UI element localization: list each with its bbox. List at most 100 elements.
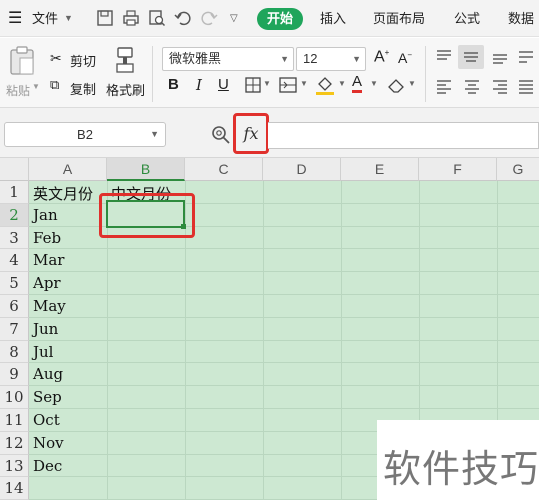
b2-highlight (99, 193, 195, 238)
column-header-a[interactable]: A (29, 158, 107, 181)
cell-a2[interactable]: Jan (33, 206, 58, 224)
align-bottom-icon[interactable] (490, 48, 510, 66)
format-painter-icon[interactable] (114, 46, 136, 74)
cell-a3[interactable]: Feb (33, 229, 61, 247)
formula-input[interactable] (268, 122, 539, 149)
row-header-8[interactable]: 8 (0, 340, 29, 364)
tab-data[interactable]: 数据 (508, 0, 534, 37)
print-icon[interactable] (122, 9, 140, 27)
font-color-button[interactable]: A (352, 74, 363, 93)
font-size-select[interactable]: 12 ▼ (296, 47, 366, 71)
merge-cells-icon[interactable] (278, 76, 298, 94)
eraser-icon[interactable] (386, 76, 406, 94)
grid-line (29, 385, 539, 387)
cell-a10[interactable]: Sep (33, 388, 62, 406)
align-center-icon[interactable] (462, 78, 482, 96)
zoom-function-icon[interactable] (211, 125, 231, 145)
undo-icon[interactable] (174, 9, 192, 27)
tab-insert[interactable]: 插入 (320, 0, 346, 37)
tab-page-layout[interactable]: 页面布局 (373, 0, 425, 37)
fill-color-icon[interactable] (314, 74, 336, 96)
chevron-down-icon[interactable]: ▼ (338, 79, 346, 88)
redo-icon[interactable] (200, 9, 218, 27)
row-header-1[interactable]: 1 (0, 181, 29, 204)
cell-a8[interactable]: Jul (33, 343, 53, 361)
customize-toolbar-icon[interactable]: ▽ (230, 0, 238, 37)
row-header-2[interactable]: 2 (0, 203, 29, 227)
row-header-4[interactable]: 4 (0, 249, 29, 273)
font-name-select[interactable]: 微软雅黑 ▼ (162, 47, 294, 71)
grid-line (29, 362, 539, 364)
justify-icon[interactable] (516, 78, 536, 96)
chevron-down-icon: ▼ (150, 129, 159, 139)
chevron-down-icon[interactable]: ▼ (32, 82, 40, 91)
row-header-3[interactable]: 3 (0, 226, 29, 250)
cell-a9[interactable]: Aug (33, 365, 63, 383)
menu-bar: ☰ 文件 ▼ ▽ 开始 插入 页面布局 公式 数据 (0, 0, 539, 37)
column-header-c[interactable]: C (185, 158, 263, 181)
copy-icon: ⧉ (50, 77, 60, 92)
row-header-11[interactable]: 11 (0, 409, 29, 432)
underline-button[interactable]: U (218, 76, 229, 93)
chevron-down-icon: ▼ (280, 54, 289, 64)
chevron-down-icon[interactable]: ▼ (64, 0, 73, 37)
cell-a11[interactable]: Oct (33, 411, 60, 429)
row-header-7[interactable]: 7 (0, 317, 29, 341)
chevron-down-icon: ▼ (352, 54, 361, 64)
cut-button[interactable]: 剪切 (70, 51, 96, 70)
wrap-text-icon[interactable] (516, 48, 536, 66)
row-header-12[interactable]: 12 (0, 431, 29, 455)
row-header-5[interactable]: 5 (0, 272, 29, 295)
cell-a5[interactable]: Apr (33, 274, 61, 292)
column-header-e[interactable]: E (341, 158, 419, 181)
font-size-value: 12 (303, 51, 318, 66)
insert-function-button[interactable]: fx (233, 113, 269, 154)
format-painter-button[interactable]: 格式刷 (106, 80, 145, 99)
scissors-icon: ✂ (50, 50, 62, 66)
row-header-10[interactable]: 10 (0, 386, 29, 409)
align-middle-button[interactable] (458, 45, 484, 69)
align-top-icon[interactable] (434, 48, 454, 66)
column-header-g[interactable]: G (497, 158, 539, 181)
tab-formula[interactable]: 公式 (454, 0, 480, 37)
chevron-down-icon[interactable]: ▼ (408, 79, 416, 88)
column-header-d[interactable]: D (263, 158, 341, 181)
name-box[interactable]: B2 ▼ (4, 122, 166, 147)
row-header-14[interactable]: 14 (0, 477, 29, 500)
watermark-text: 软件技巧 (383, 449, 539, 491)
cell-a7[interactable]: Jun (33, 320, 58, 338)
column-header-f[interactable]: F (419, 158, 497, 181)
cell-a13[interactable]: Dec (33, 457, 62, 475)
paste-button[interactable]: 粘贴 (6, 82, 30, 99)
column-header-b[interactable]: B (107, 158, 185, 181)
paste-icon[interactable] (8, 46, 36, 76)
bold-button[interactable]: B (168, 76, 179, 93)
align-right-icon[interactable] (490, 78, 510, 96)
cell-a1[interactable]: 英文月份 (33, 183, 93, 204)
menu-file[interactable]: 文件 (32, 0, 58, 37)
chevron-down-icon[interactable]: ▼ (370, 79, 378, 88)
shrink-font-button[interactable]: A− (398, 50, 412, 66)
ribbon: 粘贴 ▼ ✂ 剪切 ⧉ 复制 格式刷 微软雅黑 ▼ 12 ▼ A+ A− B I U… (0, 38, 539, 108)
row-header-13[interactable]: 13 (0, 454, 29, 478)
grid-line (29, 408, 539, 409)
hamburger-icon[interactable]: ☰ (8, 0, 22, 37)
border-icon[interactable] (244, 76, 262, 94)
save-icon[interactable] (96, 9, 114, 27)
tab-start[interactable]: 开始 (257, 8, 303, 30)
grow-font-button[interactable]: A+ (374, 48, 389, 66)
row-header-9[interactable]: 9 (0, 363, 29, 387)
cell-a4[interactable]: Mar (33, 251, 64, 269)
italic-button[interactable]: I (196, 76, 202, 94)
select-all-corner[interactable] (0, 158, 29, 181)
cell-a12[interactable]: Nov (33, 434, 64, 452)
cell-a6[interactable]: May (33, 297, 66, 315)
grow-font-letter: A (374, 48, 385, 66)
row-header-6[interactable]: 6 (0, 295, 29, 318)
copy-button[interactable]: 复制 (70, 79, 96, 98)
align-left-icon[interactable] (434, 78, 454, 96)
chevron-down-icon[interactable]: ▼ (300, 79, 308, 88)
grid-line (29, 339, 539, 341)
print-preview-icon[interactable] (148, 9, 166, 27)
chevron-down-icon[interactable]: ▼ (263, 79, 271, 88)
